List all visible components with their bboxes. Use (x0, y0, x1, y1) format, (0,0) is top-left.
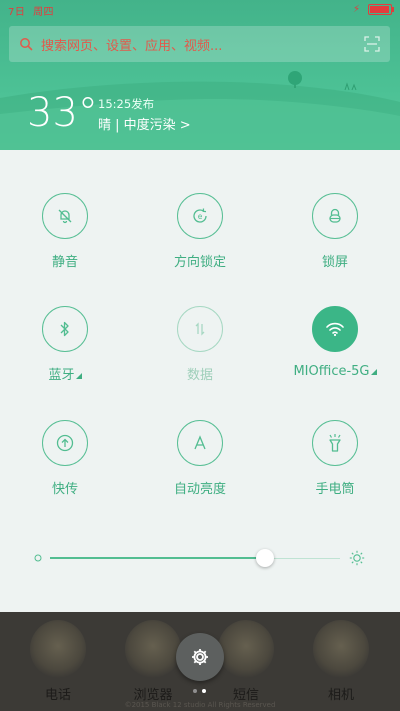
tile-mobile-data[interactable]: 数据 (140, 306, 260, 383)
search-icon (20, 38, 33, 51)
browser-app-icon (125, 620, 181, 678)
weather-header: 7日 周四 ⚡ 搜索网页、设置、应用、视频... 33° 15:25发布 晴 |… (0, 0, 400, 150)
settings-button[interactable] (176, 633, 224, 681)
search-input[interactable]: 搜索网页、设置、应用、视频... (41, 35, 364, 54)
tile-auto-brightness-button[interactable] (177, 420, 223, 466)
status-icons: ⚡ (352, 4, 394, 15)
flashlight-icon (329, 434, 341, 452)
copyright-text: ©2015 Black 12 studio All Rights Reserve… (124, 701, 276, 709)
status-day: 7日 (8, 7, 26, 18)
publish-time: 15:25发布 (98, 97, 155, 111)
tile-quick-send-label: 快传 (51, 482, 78, 497)
tile-flashlight[interactable]: 手电筒 (275, 420, 395, 497)
brightness-high-icon (349, 550, 365, 566)
scan-icon[interactable] (364, 36, 380, 52)
tile-lock-screen-button[interactable] (312, 193, 358, 239)
tile-auto-brightness[interactable]: 自动亮度 (140, 420, 260, 497)
battery-icon (368, 4, 394, 15)
data-arrows-icon (195, 322, 205, 336)
tile-mute-label: 静音 (51, 255, 78, 270)
wifi-icon (326, 322, 344, 337)
quick-settings-panel: 静音 e 方向锁定 锁屏 蓝牙 数据 MIOffice-5G 快传 自动亮度 手… (0, 150, 400, 612)
tile-lock-screen[interactable]: 锁屏 (275, 193, 395, 270)
tile-wifi-button[interactable] (312, 306, 358, 352)
brightness-low-icon (34, 554, 42, 562)
lock-icon (329, 208, 341, 223)
tile-bluetooth-text: 蓝牙 (48, 368, 75, 383)
svg-text:e: e (198, 212, 203, 221)
tile-mute-button[interactable] (42, 193, 88, 239)
status-date: 7日 周四 (8, 3, 54, 18)
battery-fill (370, 6, 389, 13)
tile-wifi[interactable]: MIOffice-5G (275, 306, 395, 379)
slider-thumb[interactable] (255, 549, 274, 567)
letter-a-icon (194, 435, 206, 450)
weather-condition-link[interactable]: 晴 | 中度污染 > (98, 114, 191, 133)
charging-bolt-icon: ⚡ (352, 4, 360, 15)
tile-flashlight-label: 手电筒 (315, 482, 355, 497)
tile-wifi-text: MIOffice-5G (293, 364, 370, 379)
tile-bluetooth-label: 蓝牙 (48, 364, 82, 383)
tile-mute[interactable]: 静音 (5, 193, 125, 270)
tile-rotation-lock-label: 方向锁定 (173, 255, 226, 270)
dock-app-phone[interactable]: 电话 (18, 620, 98, 703)
tile-rotation-lock-button[interactable]: e (177, 193, 223, 239)
phone-app-icon (30, 620, 86, 678)
tile-wifi-label: MIOffice-5G (293, 364, 377, 379)
bluetooth-icon (60, 321, 69, 337)
tile-rotation-lock[interactable]: e 方向锁定 (140, 193, 260, 270)
tile-bluetooth[interactable]: 蓝牙 (5, 306, 125, 383)
temperature: 33° (27, 90, 98, 136)
dock-app-camera[interactable]: 相机 (301, 620, 381, 703)
expand-corner-icon (75, 373, 82, 379)
brightness-slider[interactable] (0, 543, 400, 573)
upload-icon (56, 434, 74, 452)
page-dot-active (202, 689, 206, 693)
tile-quick-send[interactable]: 快传 (5, 420, 125, 497)
page-indicator (193, 689, 206, 693)
page-dot (193, 689, 197, 693)
status-weekday: 周四 (33, 7, 55, 18)
rotation-lock-icon: e (193, 208, 207, 223)
gear-icon (192, 649, 208, 665)
tile-flashlight-button[interactable] (312, 420, 358, 466)
tile-mobile-data-button[interactable] (177, 306, 223, 352)
tile-lock-screen-label: 锁屏 (321, 255, 348, 270)
camera-app-icon (313, 620, 369, 678)
tile-bluetooth-button[interactable] (42, 306, 88, 352)
search-bar[interactable]: 搜索网页、设置、应用、视频... (9, 26, 390, 62)
bell-off-icon (58, 209, 72, 224)
expand-corner-icon (370, 369, 377, 375)
tile-mobile-data-label: 数据 (186, 368, 213, 383)
tile-auto-brightness-label: 自动亮度 (173, 482, 226, 497)
messages-app-icon (218, 620, 274, 678)
tile-quick-send-button[interactable] (42, 420, 88, 466)
slider-track-fill (50, 557, 265, 559)
